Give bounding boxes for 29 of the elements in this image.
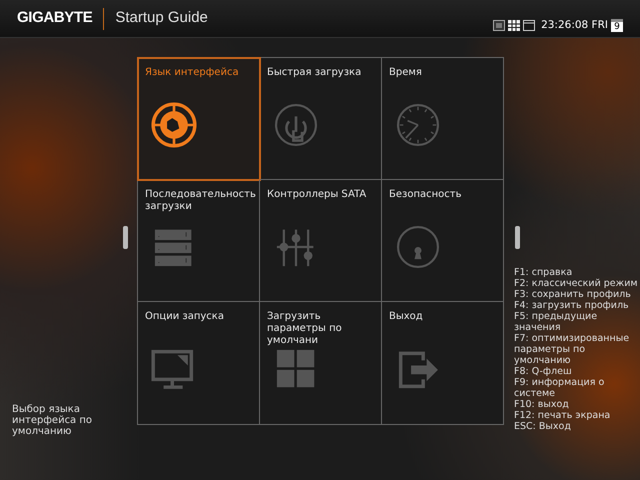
hotkey-hint: F3: сохранить профиль: [514, 289, 632, 300]
hotkey-hint: F9: информация о системе: [514, 377, 606, 399]
hotkey-hint: F4: загрузить профиль: [514, 300, 630, 311]
menu-tile[interactable]: Безопасность: [382, 180, 504, 302]
menu-tile[interactable]: Время: [382, 58, 504, 180]
hotkey-hint: F2: классический режим: [514, 278, 638, 289]
clock-time: 23:26:08 FRI: [541, 18, 608, 33]
scroll-left-handle[interactable]: [123, 226, 128, 249]
hotkey-hint: F7: оптимизированные параметры по умолчанию: [514, 333, 630, 366]
hotkey-hint: ESC: Выход: [514, 421, 572, 432]
hotkey-hint: F10: выход: [514, 399, 570, 410]
menu-tile[interactable]: Контроллеры SATA: [260, 180, 382, 302]
hotkey-hint: F12: печать экрана: [514, 410, 612, 421]
menu-tile[interactable]: Выход: [382, 302, 504, 424]
menu-tile[interactable]: Загрузить параметры по умолчани: [260, 302, 382, 424]
window-icon[interactable]: [523, 20, 536, 31]
calendar-date: 9: [611, 19, 623, 32]
menu-tile[interactable]: Последовательность загрузки: [138, 180, 260, 302]
hotkey-hint: F5: предыдущие значения: [514, 311, 598, 333]
brand-logo: GIGABYTE: [17, 8, 92, 28]
hotkey-hint: F1: справка: [514, 267, 574, 278]
description-text: Выбор языка интерфейса по умолчанию: [11, 404, 94, 439]
hotkey-hint: F8: Q-флеш: [514, 366, 573, 377]
menu-tile[interactable]: Быстрая загрузка: [260, 58, 382, 180]
window-title: Startup Guide: [115, 8, 208, 28]
grid-icon[interactable]: [508, 20, 520, 31]
menu-tile[interactable]: Язык интерфейса: [138, 58, 260, 180]
menu-tile[interactable]: Опции запуска: [138, 302, 260, 424]
scroll-right-handle[interactable]: [515, 226, 520, 249]
